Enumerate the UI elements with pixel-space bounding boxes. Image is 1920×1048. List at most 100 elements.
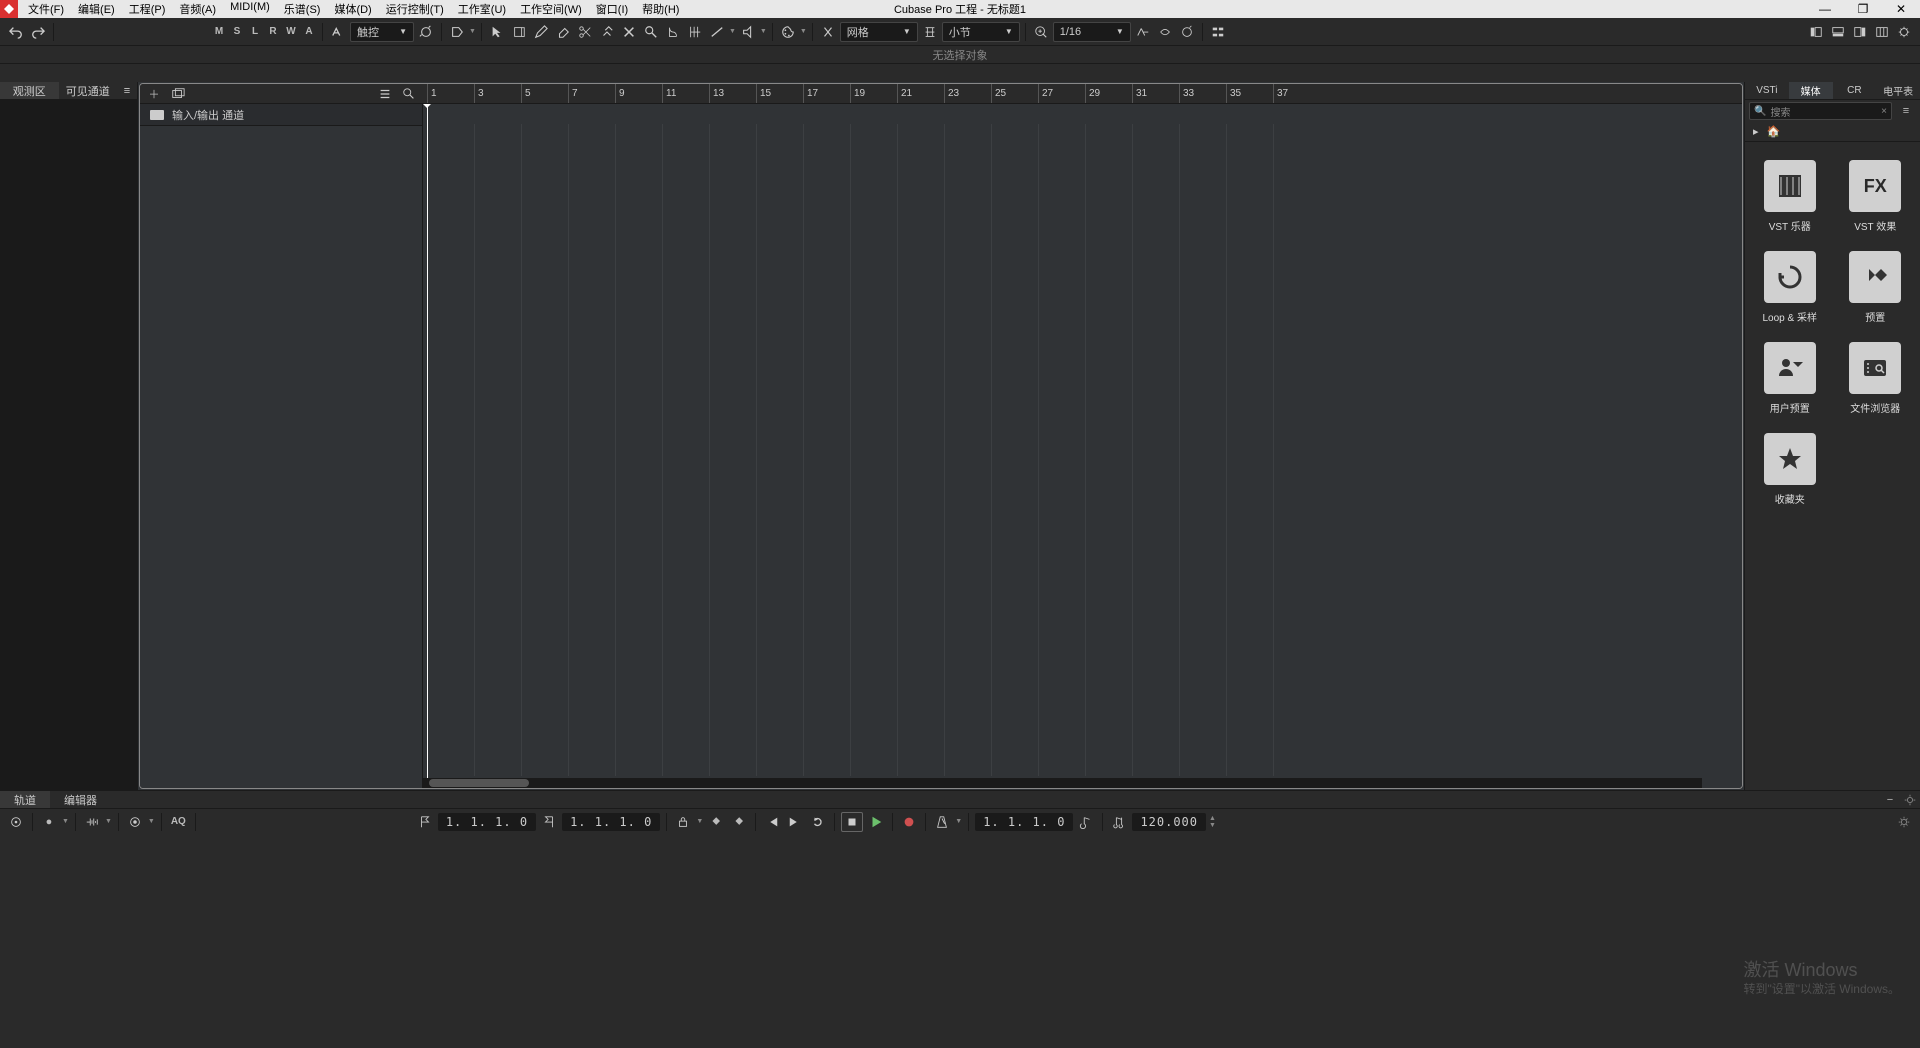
tab-meter[interactable]: 电平表 — [1876, 82, 1920, 99]
clear-search-icon[interactable]: × — [1881, 106, 1887, 117]
tab-inspector[interactable]: 观测区 — [0, 82, 59, 99]
metronome-menu[interactable]: ▼ — [955, 818, 962, 825]
cycle-mode-button[interactable] — [125, 812, 145, 832]
tool-play[interactable] — [738, 22, 758, 42]
tab-editor[interactable]: 编辑器 — [50, 791, 111, 808]
menu-file[interactable]: 文件(F) — [22, 0, 70, 18]
snap-type-select[interactable]: 网格▼ — [840, 22, 918, 42]
media-back-icon[interactable]: ▸ — [1753, 125, 1759, 138]
play-button[interactable] — [866, 812, 886, 832]
close-button[interactable]: ✕ — [1882, 0, 1920, 18]
menu-midi[interactable]: MIDI(M) — [224, 0, 276, 18]
tab-cr[interactable]: CR — [1833, 82, 1877, 99]
menu-studio[interactable]: 工作室(U) — [452, 0, 512, 18]
align-button[interactable] — [1208, 22, 1228, 42]
maximize-button[interactable]: ❐ — [1844, 0, 1882, 18]
h-scrollbar[interactable] — [423, 778, 1702, 788]
zone-right-button[interactable] — [1850, 22, 1870, 42]
color-menu[interactable]: ▼ — [800, 28, 807, 35]
tempo-track-button[interactable] — [1109, 812, 1129, 832]
tool-line-menu[interactable]: ▼ — [729, 28, 736, 35]
tab-left-opts[interactable]: ≡ — [117, 82, 137, 99]
zone-bottom-button[interactable] — [1828, 22, 1848, 42]
menu-edit[interactable]: 编辑(E) — [72, 0, 121, 18]
mute-all-button[interactable]: M — [211, 22, 227, 42]
media-vst-instruments[interactable]: VST 乐器 — [1755, 160, 1825, 233]
menu-audio[interactable]: 音频(A) — [173, 0, 222, 18]
media-presets[interactable]: 预置 — [1841, 251, 1911, 324]
position-field[interactable]: 1. 1. 1. 0 — [975, 813, 1073, 831]
punch-in-point[interactable]: ⬥ — [706, 812, 726, 832]
tool-split[interactable] — [575, 22, 595, 42]
quantize-soft-button[interactable] — [1155, 22, 1175, 42]
tool-draw[interactable] — [531, 22, 551, 42]
tempo-field[interactable]: 120.000 — [1132, 813, 1206, 831]
auto-scroll-menu[interactable]: ▼ — [469, 28, 476, 35]
media-loops[interactable]: Loop & 采样 — [1755, 251, 1825, 324]
left-locator-field[interactable]: 1. 1. 1. 0 — [438, 813, 536, 831]
automation-panel-button[interactable] — [416, 22, 436, 42]
media-user-presets[interactable]: 用户预置 — [1755, 342, 1825, 415]
zone-left-button[interactable] — [1806, 22, 1826, 42]
menu-workspace[interactable]: 工作空间(W) — [514, 0, 588, 18]
media-list-toggle[interactable]: ≡ — [1896, 101, 1916, 121]
menu-transport[interactable]: 运行控制(T) — [380, 0, 450, 18]
media-search-input[interactable]: 🔍 搜索 × — [1749, 102, 1892, 120]
read-automation-button[interactable]: R — [265, 22, 281, 42]
tempo-down[interactable]: ▼ — [1209, 822, 1216, 829]
color-tool[interactable] — [778, 22, 798, 42]
transport-setup-button[interactable] — [1894, 812, 1914, 832]
lower-minus-button[interactable]: − — [1880, 790, 1900, 810]
track-preset-button[interactable] — [168, 84, 188, 104]
punch-lock-menu[interactable]: ▼ — [696, 818, 703, 825]
tool-line[interactable] — [707, 22, 727, 42]
tempo-up[interactable]: ▲ — [1209, 815, 1216, 822]
quantize-select[interactable]: 1/16▼ — [1053, 22, 1131, 42]
track-list-view-button[interactable] — [375, 84, 395, 104]
tab-vsti[interactable]: VSTi — [1745, 82, 1789, 99]
record-button[interactable] — [899, 812, 919, 832]
timeline-ruler[interactable]: 135791113151719212325272931333537 — [423, 84, 1742, 104]
media-favorites[interactable]: 收藏夹 — [1755, 433, 1825, 506]
tool-range[interactable] — [509, 22, 529, 42]
quantize-icon[interactable] — [1031, 22, 1051, 42]
h-scroll-thumb[interactable] — [429, 779, 529, 787]
minimize-button[interactable]: — — [1806, 0, 1844, 18]
tool-erase[interactable] — [553, 22, 573, 42]
undo-button[interactable] — [6, 22, 26, 42]
tool-select[interactable] — [487, 22, 507, 42]
retrospective-button[interactable] — [82, 812, 102, 832]
menu-help[interactable]: 帮助(H) — [636, 0, 685, 18]
metronome-button[interactable] — [932, 812, 952, 832]
punch-in-button[interactable]: ● — [39, 812, 59, 832]
tool-glue[interactable] — [597, 22, 617, 42]
tool-play-menu[interactable]: ▼ — [760, 28, 767, 35]
stop-button[interactable] — [841, 812, 863, 832]
left-locator-flag[interactable] — [415, 812, 435, 832]
add-track-button[interactable]: ＋ — [144, 84, 164, 104]
punch-lock-button[interactable] — [673, 812, 693, 832]
menu-media[interactable]: 媒体(D) — [328, 0, 377, 18]
constrain-button[interactable] — [6, 812, 26, 832]
tab-tracks[interactable]: 轨道 — [0, 791, 50, 808]
automation-mode-select[interactable]: 触控▼ — [350, 22, 414, 42]
forward-button[interactable] — [785, 812, 805, 832]
time-format-button[interactable] — [1076, 812, 1096, 832]
listen-button[interactable]: L — [247, 22, 263, 42]
home-icon[interactable]: 🏠 — [1767, 125, 1781, 138]
tab-media[interactable]: 媒体 — [1789, 82, 1833, 99]
tool-zoom[interactable] — [641, 22, 661, 42]
tool-comp[interactable] — [663, 22, 683, 42]
right-locator-field[interactable]: 1. 1. 1. 0 — [562, 813, 660, 831]
punch-menu[interactable]: ▼ — [62, 818, 69, 825]
track-io-folder[interactable]: 输入/输出 通道 — [140, 104, 422, 126]
media-file-browser[interactable]: 文件浏览器 — [1841, 342, 1911, 415]
track-find-button[interactable] — [399, 84, 419, 104]
quantize-panel-button[interactable] — [1177, 22, 1197, 42]
snap-toggle[interactable] — [818, 22, 838, 42]
menu-score[interactable]: 乐谱(S) — [278, 0, 327, 18]
cycle-button[interactable] — [808, 812, 828, 832]
automation-mode-icon[interactable] — [328, 22, 348, 42]
tab-visibility[interactable]: 可见通道 — [59, 82, 118, 99]
playhead-cursor[interactable] — [427, 104, 428, 788]
